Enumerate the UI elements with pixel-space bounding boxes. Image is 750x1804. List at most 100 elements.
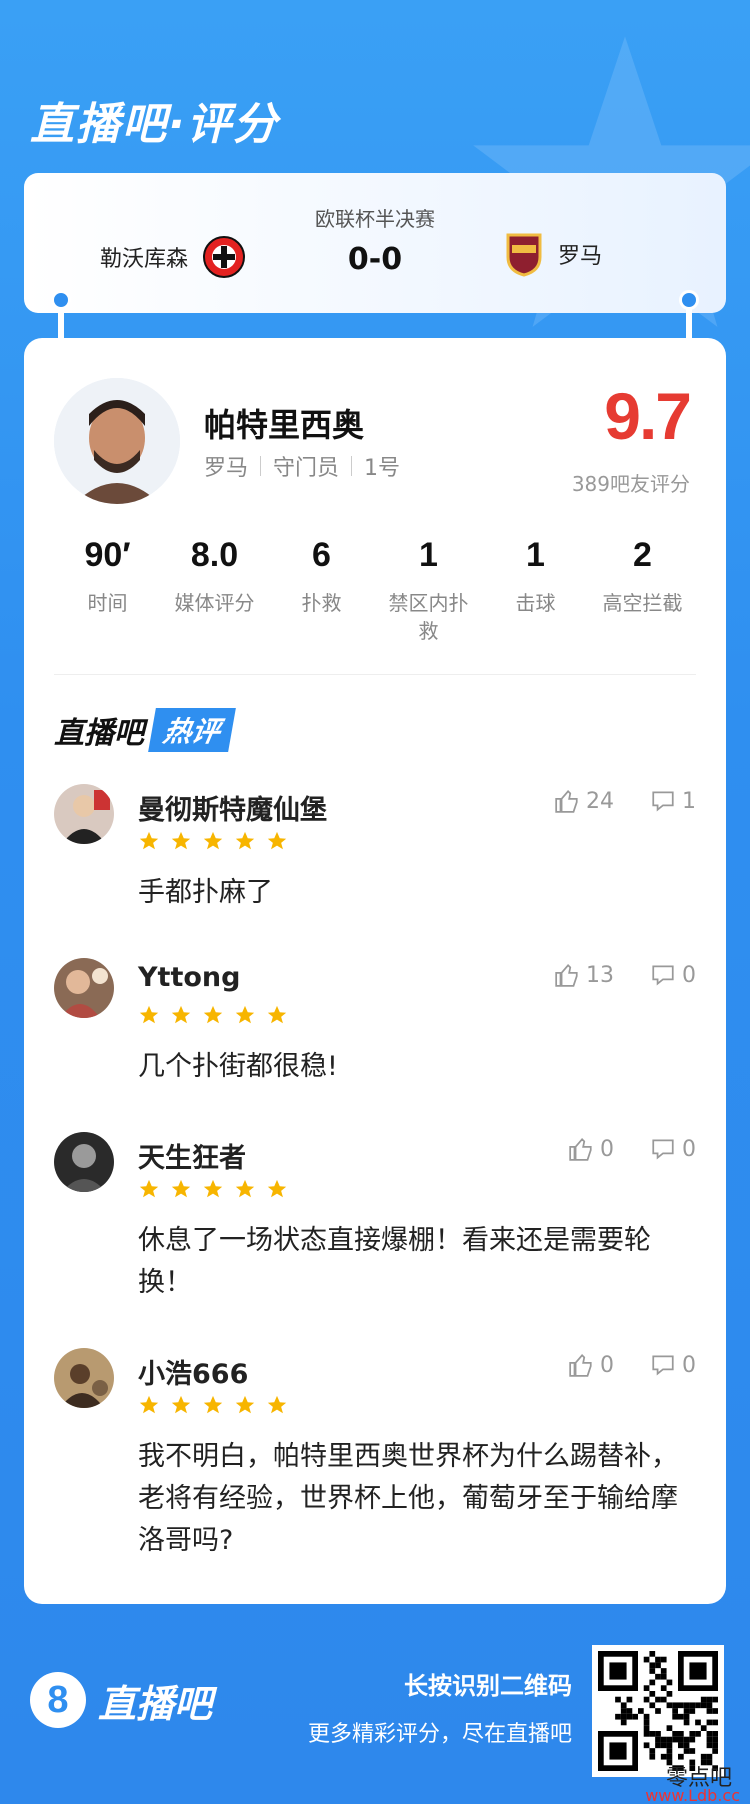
star-icon <box>235 1005 255 1024</box>
star-icon <box>235 1395 255 1414</box>
player-name: 帕特里西奥 <box>204 406 365 444</box>
player-card: 帕特里西奥 罗马 守门员 1号 9.7 389吧友评分 90′ 时间 8.0 媒… <box>24 338 726 1604</box>
thumbs-up-icon <box>569 1137 592 1161</box>
stat-value: 8.0 <box>190 536 239 574</box>
star-icon <box>267 831 287 850</box>
page-title: 直播吧·评分 <box>30 99 279 150</box>
comment-avatar[interactable] <box>54 958 114 1018</box>
star-icon <box>203 1395 223 1414</box>
qr-code[interactable] <box>592 1645 724 1777</box>
comment-username[interactable]: 曼彻斯特魔仙堡 <box>138 788 327 827</box>
comment-stars <box>138 1394 288 1416</box>
star-icon <box>139 1395 159 1414</box>
player-number: 1号 <box>364 456 401 481</box>
user-avatar-icon <box>54 1348 114 1408</box>
like-button[interactable]: 13 <box>554 962 614 988</box>
reply-count: 0 <box>682 962 696 988</box>
stat-item: 2 高空拦截 <box>589 536 696 645</box>
user-avatar-icon <box>54 1132 114 1192</box>
comment-icon <box>652 791 674 812</box>
stat-value: 90′ <box>84 536 131 574</box>
hot-comments-title: 直播吧 热评 <box>54 708 236 752</box>
like-button[interactable]: 0 <box>568 1136 614 1162</box>
stat-label: 扑救 <box>301 591 342 615</box>
roma-logo-icon <box>506 233 542 277</box>
player-team: 罗马 <box>204 456 249 481</box>
page: 直播吧·评分 勒沃库森 欧联杯半决赛 0-0 罗马 帕特里西奥 罗马 守门员 1… <box>0 0 750 1804</box>
like-count: 0 <box>600 1136 614 1162</box>
player-avatar <box>54 378 180 504</box>
stat-value: 6 <box>312 536 331 574</box>
like-button[interactable]: 24 <box>554 788 614 814</box>
stat-item: 6 扑救 <box>268 536 375 645</box>
hot-title-brand: 直播吧 <box>54 716 144 751</box>
star-icon <box>203 831 223 850</box>
comment-icon <box>652 965 674 986</box>
logo-text: 直播吧 <box>98 1681 213 1726</box>
hot-title-badge: 热评 <box>148 708 236 752</box>
stat-label: 禁区内扑救 <box>388 591 469 643</box>
comment-item: 曼彻斯特魔仙堡 24 1 手都扑麻了 <box>54 784 696 924</box>
comment-avatar[interactable] <box>54 1132 114 1192</box>
like-count: 0 <box>600 1352 614 1378</box>
star-icon <box>267 1179 287 1198</box>
star-icon <box>139 1005 159 1024</box>
match-score: 0-0 <box>347 242 403 277</box>
qr-tip-subtitle: 更多精彩评分，尽在直播吧 <box>307 1722 572 1747</box>
thumbs-up-icon <box>555 963 578 987</box>
comment-icon <box>652 1355 674 1376</box>
comment-avatar[interactable] <box>54 784 114 844</box>
comment-text: 手都扑麻了 <box>138 877 273 908</box>
stat-item: 1 击球 <box>482 536 589 645</box>
player-rating: 9.7 <box>604 379 692 453</box>
like-count: 24 <box>586 788 614 814</box>
star-icon <box>139 831 159 850</box>
user-avatar-icon <box>54 958 114 1018</box>
meta-separator <box>260 456 262 476</box>
thumbs-up-icon <box>569 1353 592 1377</box>
comment-text: 我不明白，帕特里西奥世界杯为什么踢替补，老将有经验，世界杯上他，葡萄牙至于输给摩… <box>138 1441 678 1556</box>
match-info: 欧联杯半决赛 0-0 <box>24 203 726 277</box>
away-team[interactable]: 罗马 <box>504 231 602 277</box>
match-card: 勒沃库森 欧联杯半决赛 0-0 罗马 <box>24 173 726 313</box>
comment-username[interactable]: 天生狂者 <box>138 1136 246 1175</box>
comment-avatar[interactable] <box>54 1348 114 1408</box>
star-icon <box>235 1179 255 1198</box>
reply-count: 0 <box>682 1136 696 1162</box>
like-count: 13 <box>586 962 614 988</box>
reply-count: 0 <box>682 1352 696 1378</box>
like-button[interactable]: 0 <box>568 1352 614 1378</box>
stat-value: 1 <box>419 536 438 574</box>
player-position: 守门员 <box>273 456 340 481</box>
comment-username[interactable]: 小浩666 <box>138 1352 248 1391</box>
comment-text: 几个扑街都很稳! <box>138 1051 338 1082</box>
star-icon <box>171 1005 191 1024</box>
comment-text: 休息了一场状态直接爆棚！看来还是需要轮换！ <box>138 1225 651 1298</box>
player-photo-icon <box>54 378 180 504</box>
star-icon <box>235 831 255 850</box>
reply-button[interactable]: 0 <box>650 1352 696 1378</box>
star-icon <box>139 1179 159 1198</box>
qr-tip-title: 长按识别二维码 <box>404 1672 572 1700</box>
reply-button[interactable]: 1 <box>650 788 696 814</box>
comment-stars <box>138 830 288 852</box>
stat-value: 2 <box>633 536 652 574</box>
card-hanger-dot-left-top <box>51 290 71 310</box>
comment-username[interactable]: Yttong <box>138 962 240 993</box>
comment-item: 天生狂者 0 0 休息了一场状态直接爆棚！看来还是需要轮换！ <box>54 1132 696 1312</box>
section-divider <box>54 674 696 675</box>
comment-item: Yttong 13 0 几个扑街都很稳! <box>54 958 696 1098</box>
reply-button[interactable]: 0 <box>650 962 696 988</box>
user-avatar-icon <box>54 784 114 844</box>
reply-button[interactable]: 0 <box>650 1136 696 1162</box>
comment-item: 小浩666 0 0 我不明白，帕特里西奥世界杯为什么踢替补，老将有经验，世界杯上… <box>54 1348 696 1578</box>
stat-item: 8.0 媒体评分 <box>161 536 268 645</box>
card-hanger-dot-right-top <box>679 290 699 310</box>
star-icon <box>171 831 191 850</box>
reply-count: 1 <box>682 788 696 814</box>
star-icon <box>171 1179 191 1198</box>
stats-row: 90′ 时间 8.0 媒体评分 6 扑救 1 禁区内扑救 1 击球 2 高空拦截 <box>54 536 696 645</box>
star-icon <box>203 1005 223 1024</box>
thumbs-up-icon <box>555 789 578 813</box>
star-icon <box>171 1395 191 1414</box>
